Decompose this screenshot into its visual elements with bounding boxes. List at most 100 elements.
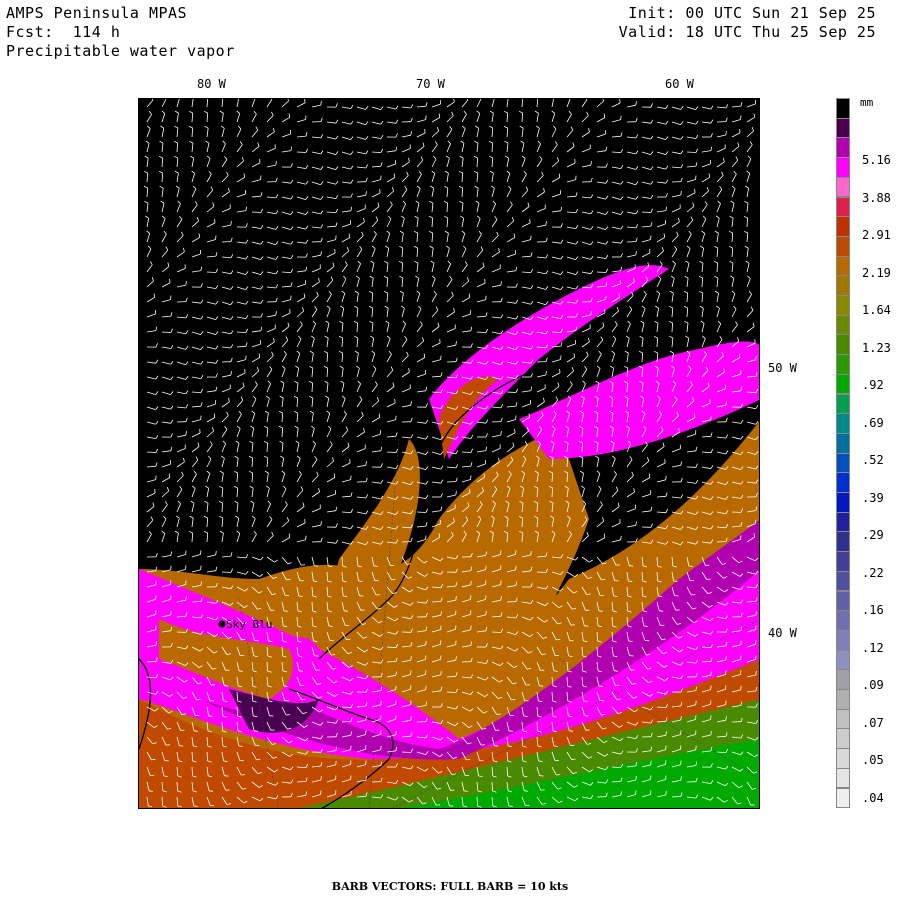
wind-barb-flag	[335, 760, 337, 765]
model-title: AMPS Peninsula MPAS	[6, 4, 188, 22]
wind-barb	[461, 451, 472, 453]
wind-barb	[251, 211, 262, 213]
colorbar-cell	[836, 708, 850, 730]
wind-barb-flag	[395, 730, 397, 735]
wind-barb-flag	[380, 745, 382, 750]
wind-barb-flag	[556, 774, 561, 776]
colorbar-label: .07	[862, 715, 884, 730]
colorbar-cell	[836, 413, 850, 434]
wind-barb-flag	[515, 565, 517, 570]
wind-barb-flag	[440, 670, 442, 675]
wind-barb	[206, 271, 217, 273]
field-name: Precipitable water vapor	[6, 42, 235, 60]
init-time: Init: 00 UTC Sun 21 Sep 25	[628, 4, 876, 22]
colorbar-cell	[836, 728, 850, 750]
colorbar-cell	[836, 472, 850, 493]
wind-barb-flag	[344, 610, 349, 612]
colorbar-label: .04	[862, 790, 884, 805]
wind-barb	[536, 571, 547, 573]
wind-barb	[686, 151, 697, 153]
wind-barb-flag	[691, 594, 696, 596]
forecast-hour: Fcst: 114 h	[6, 23, 121, 41]
colorbar-label: .22	[862, 565, 884, 580]
colorbar-cell	[836, 196, 850, 218]
colorbar-cell	[836, 570, 850, 592]
wind-barb-flag	[425, 640, 427, 645]
wind-barb-flag	[151, 758, 156, 761]
colorbar-label: 3.88	[862, 190, 891, 205]
wind-barb-flag	[425, 685, 427, 690]
colorbar-label: 5.16	[862, 153, 891, 167]
wind-barb-flag	[511, 699, 516, 701]
lon-label-80w: 80 W	[197, 77, 226, 91]
colorbar-cell	[836, 373, 850, 395]
colorbar-cell	[836, 314, 850, 336]
colorbar-cell	[836, 610, 850, 631]
lon-label-60w: 60 W	[665, 77, 694, 91]
wind-barb-flag	[650, 760, 652, 765]
colorbar-cell	[836, 629, 850, 651]
colorbar-cell	[836, 235, 850, 257]
colorbar-label: .16	[862, 603, 884, 617]
colorbar-label: .05	[862, 753, 884, 767]
wind-barb-flag	[710, 415, 712, 420]
station-marker	[218, 620, 226, 628]
wind-barb-flag	[665, 475, 667, 480]
wind-barb-flag	[466, 759, 471, 761]
colorbar-label: 1.64	[862, 303, 891, 317]
wind-barb	[641, 211, 652, 213]
wind-barb-flag	[695, 700, 697, 705]
valid-time: Valid: 18 UTC Thu 25 Sep 25	[618, 23, 876, 41]
colorbar-cell	[836, 492, 850, 513]
colorbar-cell	[836, 432, 850, 454]
lon-label-70w: 70 W	[416, 77, 445, 91]
colorbar-label: 2.19	[862, 265, 891, 280]
colorbar-cell	[836, 787, 850, 809]
colorbar-cell	[836, 649, 850, 671]
colorbar-cell	[836, 157, 850, 178]
barb-caption: BARB VECTORS: FULL BARB = 10 kts	[331, 880, 569, 893]
colorbar-label: 2.91	[862, 228, 891, 242]
colorbar-cell	[836, 255, 850, 277]
wind-barb	[146, 661, 157, 663]
wind-barb	[716, 541, 727, 543]
colorbar-cell	[836, 117, 850, 139]
wind-barb	[446, 691, 457, 693]
wind-barb-flag	[196, 698, 201, 701]
colorbar-cell	[836, 393, 850, 415]
colorbar-label: .52	[862, 453, 884, 467]
colorbar-cell	[836, 216, 850, 237]
wind-barb-flag	[740, 640, 742, 645]
colorbar-label: .09	[862, 678, 884, 692]
wind-barb-flag	[740, 685, 742, 690]
map-panel	[138, 98, 760, 809]
wind-barb-flag	[449, 805, 454, 807]
wind-barb-flag	[584, 625, 589, 627]
wind-barb-flag	[494, 745, 499, 747]
wind-barb-flag	[241, 638, 246, 641]
map-canvas	[139, 99, 759, 808]
colorbar-cell	[836, 669, 850, 690]
colorbar-cell	[836, 452, 850, 474]
colorbar-cell	[836, 176, 850, 198]
colorbar-cell	[836, 689, 850, 710]
wind-barb-flag	[629, 565, 634, 567]
wind-barb-flag	[648, 473, 651, 478]
wind-barb	[401, 751, 412, 753]
wind-barb-flag	[601, 579, 606, 581]
wind-barb	[506, 391, 517, 393]
header-right: Init: 00 UTC Sun 21 Sep 25 Valid: 18 UTC …	[619, 4, 876, 42]
wind-barb-flag	[470, 625, 472, 630]
wind-barb-flag	[485, 610, 487, 615]
colorbar-cell	[836, 748, 850, 769]
wind-barb	[551, 331, 562, 333]
wind-barb-flag	[695, 745, 697, 750]
colorbar-cell	[836, 295, 850, 316]
wind-barb-flag	[556, 639, 561, 641]
colorbar-cell	[836, 334, 850, 356]
colorbar-cell	[836, 354, 850, 375]
wind-barb-flag	[254, 730, 259, 732]
colorbar-label: .92	[862, 378, 884, 392]
wind-barb	[296, 151, 307, 153]
colorbar-label: .69	[862, 415, 884, 430]
